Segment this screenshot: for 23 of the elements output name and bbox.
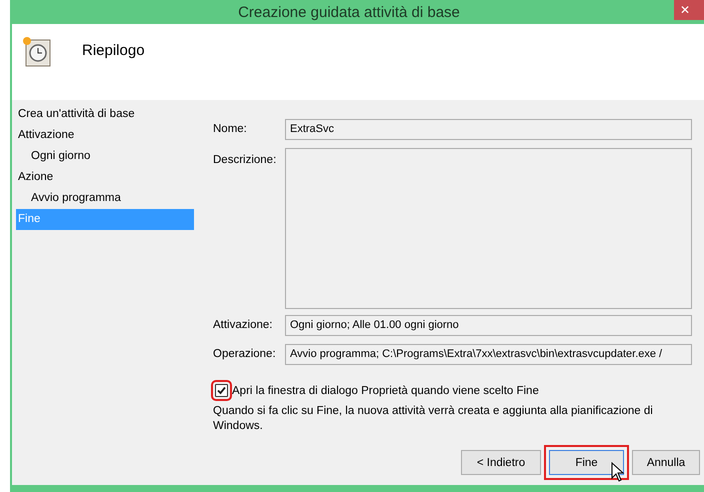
- close-button[interactable]: ✕: [674, 0, 704, 20]
- field-label: Attivazione:: [213, 318, 274, 333]
- dialog-button[interactable]: < Indietro: [461, 450, 541, 475]
- field-label: Descrizione:: [213, 153, 278, 168]
- window-title: Creazione guidata attività di base: [238, 4, 460, 20]
- sidebar-item[interactable]: Attivazione: [16, 125, 194, 146]
- text-field[interactable]: Avvio programma; C:\Programs\Extra\7xx\extrasvc\bin\extrasvcupdater.exe /: [285, 344, 692, 365]
- sidebar-item[interactable]: Ogni giorno: [16, 146, 194, 167]
- checkbox-label: Apri la finestra di dialogo Proprietà quando viene scelto Fine: [232, 384, 539, 396]
- text-field[interactable]: ExtraSvc: [285, 119, 692, 140]
- field-label: Nome:: [213, 122, 248, 137]
- field-label: Operazione:: [213, 347, 277, 362]
- info-text: Quando si fa clic su Fine, la nuova attività verrà creata e aggiunta alla pianificazione di Windows.: [213, 404, 654, 434]
- sidebar-item[interactable]: Azione: [16, 167, 194, 188]
- clock-calendar-icon: [22, 36, 52, 68]
- cursor-icon: [611, 462, 625, 482]
- text-field[interactable]: Ogni giorno; Alle 01.00 ogni giorno: [285, 315, 692, 336]
- dialog-button[interactable]: Annulla: [632, 450, 700, 475]
- sidebar-item[interactable]: Crea un'attività di base: [16, 104, 194, 125]
- description-field[interactable]: [285, 148, 692, 309]
- sidebar-item[interactable]: Avvio programma: [16, 188, 194, 209]
- dialog-button[interactable]: Fine: [549, 450, 624, 475]
- page-title: Riepilogo: [82, 42, 145, 59]
